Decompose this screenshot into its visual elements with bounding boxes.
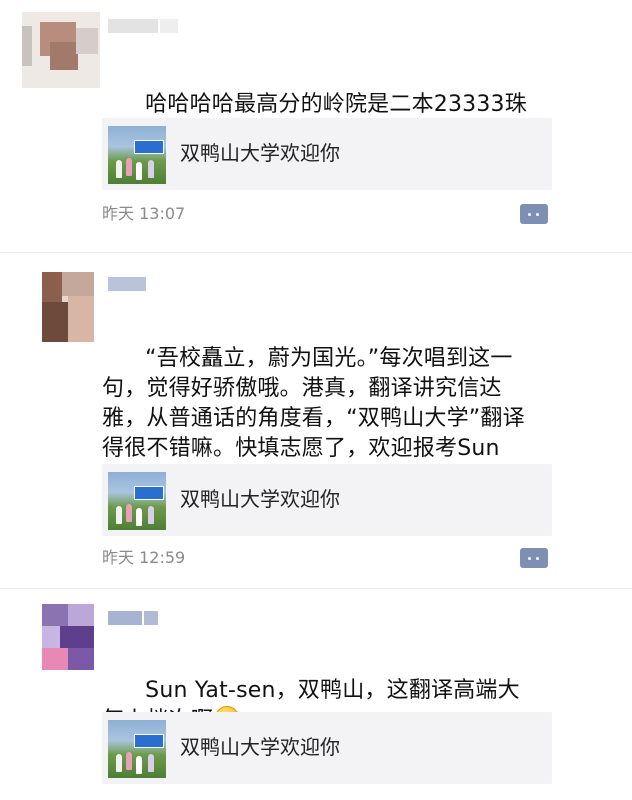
link-card[interactable]: 双鸭山大学欢迎你 bbox=[102, 464, 552, 536]
comment-dots-icon[interactable] bbox=[520, 204, 548, 224]
post-time: 昨天 13:07 bbox=[102, 204, 186, 223]
moments-feed: 哈哈哈哈最高分的岭院是二本23333珠海校区是二本23333 双鸭山大学欢迎你 … bbox=[0, 0, 632, 800]
link-title: 双鸭山大学欢迎你 bbox=[180, 487, 340, 511]
link-card[interactable]: 双鸭山大学欢迎你 bbox=[102, 712, 552, 784]
link-card[interactable]: 双鸭山大学欢迎你 bbox=[102, 118, 552, 190]
comment-dots-icon[interactable] bbox=[520, 548, 548, 568]
post-time: 昨天 12:59 bbox=[102, 548, 186, 567]
avatar[interactable] bbox=[42, 272, 94, 342]
divider bbox=[0, 252, 632, 253]
divider bbox=[0, 588, 632, 589]
link-thumbnail bbox=[108, 472, 166, 530]
avatar[interactable] bbox=[42, 604, 94, 670]
username-blurred[interactable] bbox=[108, 276, 148, 295]
avatar[interactable] bbox=[22, 12, 100, 88]
link-title: 双鸭山大学欢迎你 bbox=[180, 141, 340, 165]
username-blurred[interactable] bbox=[108, 18, 180, 37]
link-title: 双鸭山大学欢迎你 bbox=[180, 735, 340, 759]
link-thumbnail bbox=[108, 720, 166, 778]
link-thumbnail bbox=[108, 126, 166, 184]
username-blurred[interactable] bbox=[108, 610, 160, 629]
